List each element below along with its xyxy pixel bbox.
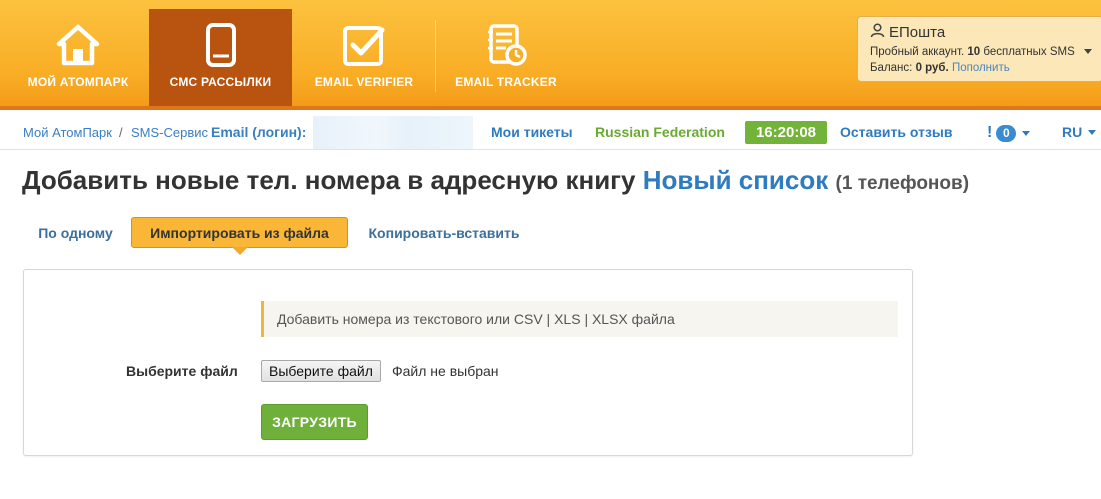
leave-feedback-link[interactable]: Оставить отзыв <box>840 124 952 140</box>
email-login-value <box>313 116 473 149</box>
breadcrumb-service[interactable]: SMS-Сервис <box>131 125 208 140</box>
file-field-label: Выберите файл <box>126 363 238 379</box>
server-time-badge: 16:20:08 <box>745 121 827 144</box>
nav-item-sms[interactable]: СМС рассылки <box>149 9 292 106</box>
upload-button[interactable]: ЗАГРУЗИТЬ <box>261 404 368 440</box>
nav-item-my-atompark[interactable]: Мой АтомПарк <box>8 9 148 106</box>
notifications-count-badge: 0 <box>996 124 1017 142</box>
breadcrumb-separator: / <box>119 125 123 140</box>
account-panel[interactable]: ЕПошта Пробный аккаунт. 10 бесплатных SM… <box>857 16 1101 82</box>
breadcrumb-home[interactable]: Мой АтомПарк <box>23 125 112 140</box>
account-name-row[interactable]: ЕПошта <box>870 23 1090 42</box>
notifications-dropdown[interactable]: ! 0 <box>987 124 1031 142</box>
my-tickets-link[interactable]: Мои тикеты <box>491 124 573 140</box>
free-sms-suffix: бесплатных SMS <box>983 46 1075 58</box>
page-title-text: Добавить новые тел. номера в адресную кн… <box>22 165 636 195</box>
chevron-down-icon[interactable] <box>1084 49 1092 55</box>
nav-label: СМС рассылки <box>169 75 272 89</box>
file-status-text: Файл не выбран <box>392 363 499 379</box>
import-panel: Добавить номера из текстового или CSV | … <box>23 269 913 456</box>
tab-copy-paste[interactable]: Копировать-вставить <box>354 217 534 248</box>
account-name: ЕПошта <box>889 24 946 41</box>
tracker-icon <box>484 23 528 67</box>
top-header: Мой АтомПарк СМС рассылки Email verifier <box>0 0 1101 110</box>
free-sms-count: 10 <box>967 46 981 58</box>
topup-link[interactable]: Пополнить <box>952 62 1010 74</box>
nav-label: Email tracker <box>455 75 557 89</box>
checkbox-icon <box>342 23 386 67</box>
nav-item-email-verifier[interactable]: Email verifier <box>294 9 434 106</box>
address-book-name-link[interactable]: Новый список <box>643 165 829 195</box>
email-login-label: Email (логин): <box>211 124 309 140</box>
alert-icon: ! <box>987 124 993 141</box>
phone-icon <box>199 23 243 67</box>
nav-label: Мой АтомПарк <box>27 75 129 89</box>
trial-prefix: Пробный аккаунт. <box>870 46 965 58</box>
tab-import-from-file[interactable]: Импортировать из файла <box>131 217 348 255</box>
choose-file-button[interactable]: Выберите файл <box>261 360 381 382</box>
user-icon <box>870 23 885 42</box>
import-info-box: Добавить номера из текстового или CSV | … <box>261 301 898 337</box>
balance-label: Баланс: <box>870 62 913 74</box>
home-icon <box>56 23 100 67</box>
chevron-down-icon <box>1088 129 1097 135</box>
account-balance-line: Баланс: 0 руб. Пополнить <box>870 60 1090 76</box>
nav-item-email-tracker[interactable]: Email tracker <box>436 9 576 106</box>
chevron-down-icon <box>1022 130 1031 136</box>
nav-label: Email verifier <box>314 75 414 89</box>
account-trial-line: Пробный аккаунт. 10 бесплатных SMS <box>870 44 1092 60</box>
sub-navbar: Мой АтомПарк / SMS-Сервис Email (логин):… <box>0 114 1101 150</box>
page-title: Добавить новые тел. номера в адресную кн… <box>22 165 969 196</box>
country-label[interactable]: Russian Federation <box>595 124 725 140</box>
language-dropdown[interactable]: RU <box>1062 124 1097 140</box>
language-label: RU <box>1062 124 1083 140</box>
balance-value: 0 руб. <box>915 62 949 74</box>
tab-one-by-one[interactable]: По одному <box>24 217 127 248</box>
phone-count: (1 телефонов) <box>835 173 970 194</box>
